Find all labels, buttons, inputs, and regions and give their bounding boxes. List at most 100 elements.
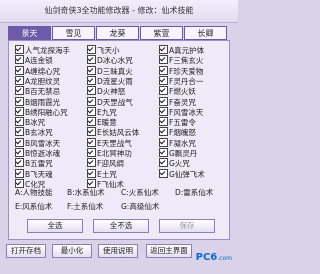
skill-checkbox-item[interactable]: E土咒 [87,168,117,179]
skill-checkbox-item[interactable]: 飞天小 [87,45,120,55]
checkbox[interactable] [87,137,96,147]
skill-checkbox-item[interactable]: F凝水咒 [159,137,196,148]
checkbox[interactable] [159,127,168,137]
checkbox[interactable] [15,86,24,96]
skill-checkbox-item[interactable]: B百无禁忌 [15,86,60,96]
skills-panel: 人气龙探海手 飞天小 A真元护体 A连金锁 D冰心水咒 F三焦玄火 A缠绵心咒 D三昧真火 F珍… [8,40,230,240]
skill-checkbox-item[interactable]: B风雪冰天 [15,137,60,148]
checkbox[interactable] [15,158,24,168]
skill-checkbox-item[interactable]: F灵丹合一 [159,75,203,86]
skill-label: B烟雨霞光 [25,97,61,107]
select-all-button[interactable]: 全选 [27,219,83,233]
skill-checkbox-item[interactable]: G飘灵丹 [159,148,197,158]
checkbox[interactable] [15,106,24,116]
checkbox[interactable] [159,75,168,85]
skill-checkbox-item[interactable]: B绣阳融心咒 [15,106,68,117]
checkbox[interactable] [15,55,24,65]
skill-checkbox-item[interactable]: D冰心水咒 [87,55,133,65]
checkbox[interactable] [159,65,168,75]
checkbox[interactable] [87,55,96,65]
minimize-button[interactable]: 最小化 [52,244,92,258]
checkbox[interactable] [87,75,96,85]
skill-checkbox-item[interactable]: F三焦玄火 [159,55,203,65]
checkbox[interactable] [159,96,168,106]
skill-checkbox-item[interactable]: B烟雨霞光 [15,96,61,107]
skill-label: B惊逝冰魂 [25,149,61,158]
skill-checkbox-item[interactable]: D天罡战气 [87,96,133,107]
checkbox[interactable] [87,45,96,54]
skill-label: B玄冰咒 [25,128,53,138]
skill-checkbox-item[interactable]: 人气龙探海手 [15,45,70,55]
skill-checkbox-item[interactable]: A缠绵心咒 [15,65,61,76]
save-button[interactable]: 保存 [159,219,215,233]
checkbox[interactable] [15,127,24,137]
checkbox[interactable] [159,137,168,147]
checkbox[interactable] [87,148,96,157]
tab-xuejian[interactable]: 雪见 [52,26,95,40]
skill-checkbox-item[interactable]: F五雷令 [159,117,196,127]
skill-checkbox-item[interactable]: D流星火雨 [87,75,133,86]
checkbox[interactable] [15,168,24,178]
checkbox[interactable] [15,148,24,157]
tab-changqing[interactable]: 长卿 [184,26,227,40]
checkbox[interactable] [87,158,96,168]
skill-checkbox-item[interactable]: F迎风绸 [87,158,124,168]
skill-checkbox-item[interactable]: B飞天魂 [15,168,53,179]
checkbox[interactable] [87,65,96,75]
checkbox[interactable] [15,65,24,75]
tab-longkui[interactable]: 龙葵 [96,26,139,40]
checkbox[interactable] [159,106,168,116]
checkbox[interactable] [159,55,168,65]
skill-checkbox-item[interactable]: G仙弹飞术 [159,168,205,179]
skill-label: F三焦玄火 [169,56,204,66]
skill-checkbox-item[interactable]: B冰咒 [15,117,45,127]
skill-checkbox-item[interactable]: F风雪冰天 [159,106,204,117]
skill-checkbox-item[interactable]: F奋灵咒 [159,96,196,107]
tab-zixuan[interactable]: 紫萱 [140,26,183,40]
skill-checkbox-item[interactable]: A连金锁 [15,55,53,65]
checkbox[interactable] [87,106,96,116]
back-to-main-button[interactable]: 返回主界面 [146,244,192,258]
checkbox[interactable] [159,168,168,178]
checkbox[interactable] [87,127,96,137]
skill-checkbox-item[interactable]: E天罡战气 [87,137,132,148]
skill-checkbox-item[interactable]: F烟魄怒 [159,127,196,137]
checkbox[interactable] [15,45,24,54]
skill-checkbox-item[interactable]: A龙胆纹灵 [15,75,60,86]
checkbox[interactable] [87,168,96,178]
skill-checkbox-item[interactable]: E长姑风云体 [87,127,139,137]
skill-checkbox-item[interactable]: A真元护体 [159,45,204,55]
skill-label: A缠绵心咒 [25,66,61,76]
checkbox[interactable] [159,117,168,127]
skill-label: F风雪冰天 [169,107,204,117]
skill-checkbox-item[interactable]: E北冥神功 [87,148,132,158]
skill-checkbox-item[interactable]: F燃火妖 [159,86,196,96]
skill-checkbox-item[interactable]: E暖意 [87,117,117,127]
deselect-all-button[interactable]: 全不选 [93,219,149,233]
checkbox[interactable] [15,117,24,127]
checkbox[interactable] [15,137,24,147]
checkbox[interactable] [87,96,96,106]
skill-checkbox-item[interactable]: F珍天爱物 [159,65,203,76]
checkbox[interactable] [159,86,168,96]
checkbox[interactable] [87,117,96,127]
skill-checkbox-item[interactable]: D火神怒 [87,86,125,96]
checkbox[interactable] [159,158,168,168]
skill-checkbox-item[interactable]: D三昧真火 [87,65,133,76]
legend-row-1: A:人物技能 B:水系仙术 C:火系仙术 D:雷系仙术 [9,187,231,198]
checkbox[interactable] [15,96,24,106]
checkbox[interactable] [159,45,168,54]
help-button[interactable]: 使用说明 [98,244,138,258]
legend-item: A:人物技能 [15,188,53,197]
skill-checkbox-item[interactable]: E九咒 [87,106,117,117]
skill-checkbox-item[interactable]: B五雷咒 [15,158,53,168]
skill-checkbox-item[interactable]: B惊逝冰魂 [15,148,60,158]
checkbox[interactable] [159,148,168,157]
open-save-button[interactable]: 打开存档 [6,244,46,258]
checkbox[interactable] [15,75,24,85]
skill-checkbox-item[interactable]: G火咒 [159,158,190,168]
skill-checkbox-item[interactable]: B玄冰咒 [15,127,53,137]
tab-jingtian[interactable]: 景天 [8,26,51,40]
checkbox[interactable] [87,86,96,96]
skills-grid: 人气龙探海手 飞天小 A真元护体 A连金锁 D冰心水咒 F三焦玄火 A缠绵心咒 D三昧真火 F珍… [13,45,227,189]
